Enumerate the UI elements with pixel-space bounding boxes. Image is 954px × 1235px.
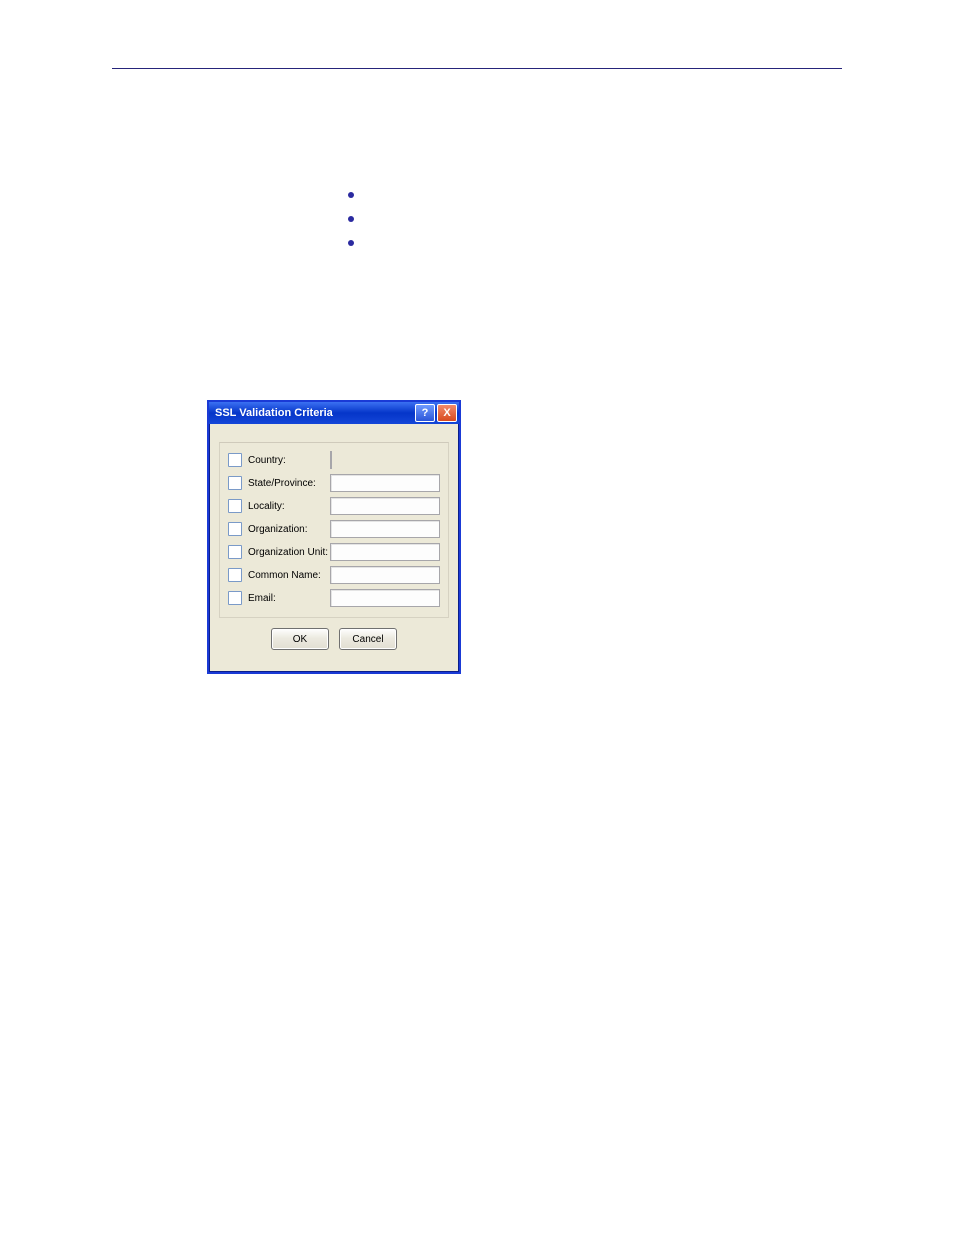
row-state: State/Province: [228,474,440,492]
state-label: State/Province: [248,478,330,489]
state-input[interactable] [330,474,440,492]
row-locality: Locality: [228,497,440,515]
row-email: Email: [228,589,440,607]
organization-input[interactable] [330,520,440,538]
common-name-checkbox[interactable] [228,568,242,582]
common-name-label: Common Name: [248,570,330,581]
locality-input[interactable] [330,497,440,515]
email-label: Email: [248,593,330,604]
dialog-title: SSL Validation Criteria [215,407,333,419]
organization-checkbox[interactable] [228,522,242,536]
country-checkbox[interactable] [228,453,242,467]
common-name-input[interactable] [330,566,440,584]
row-common-name: Common Name: [228,566,440,584]
locality-label: Locality: [248,501,330,512]
ok-button-label: OK [293,634,307,645]
org-unit-checkbox[interactable] [228,545,242,559]
bullet-icon [348,192,354,198]
close-button[interactable]: X [437,404,457,422]
ok-button[interactable]: OK [271,628,329,650]
country-label: Country: [248,455,330,466]
email-checkbox[interactable] [228,591,242,605]
dialog-button-row: OK Cancel [219,618,449,662]
cancel-button[interactable]: Cancel [339,628,397,650]
dialog-titlebar[interactable]: SSL Validation Criteria ? X [209,402,459,424]
bullet-icon [348,240,354,246]
country-input[interactable] [330,451,332,469]
divider-rule [112,68,842,69]
org-unit-input[interactable] [330,543,440,561]
locality-checkbox[interactable] [228,499,242,513]
email-input[interactable] [330,589,440,607]
bullet-icon [348,216,354,222]
bullet-list [348,192,354,264]
help-icon: ? [422,407,429,419]
row-organization: Organization: [228,520,440,538]
help-button[interactable]: ? [415,404,435,422]
organization-label: Organization: [248,524,330,535]
ssl-validation-dialog: SSL Validation Criteria ? X Country: Sta… [207,400,461,674]
criteria-group: Country: State/Province: Locality: Organ… [219,442,449,618]
dialog-body: Country: State/Province: Locality: Organ… [209,424,459,672]
cancel-button-label: Cancel [352,634,383,645]
state-checkbox[interactable] [228,476,242,490]
close-icon: X [443,407,450,419]
org-unit-label: Organization Unit: [248,547,330,558]
row-country: Country: [228,451,440,469]
row-org-unit: Organization Unit: [228,543,440,561]
